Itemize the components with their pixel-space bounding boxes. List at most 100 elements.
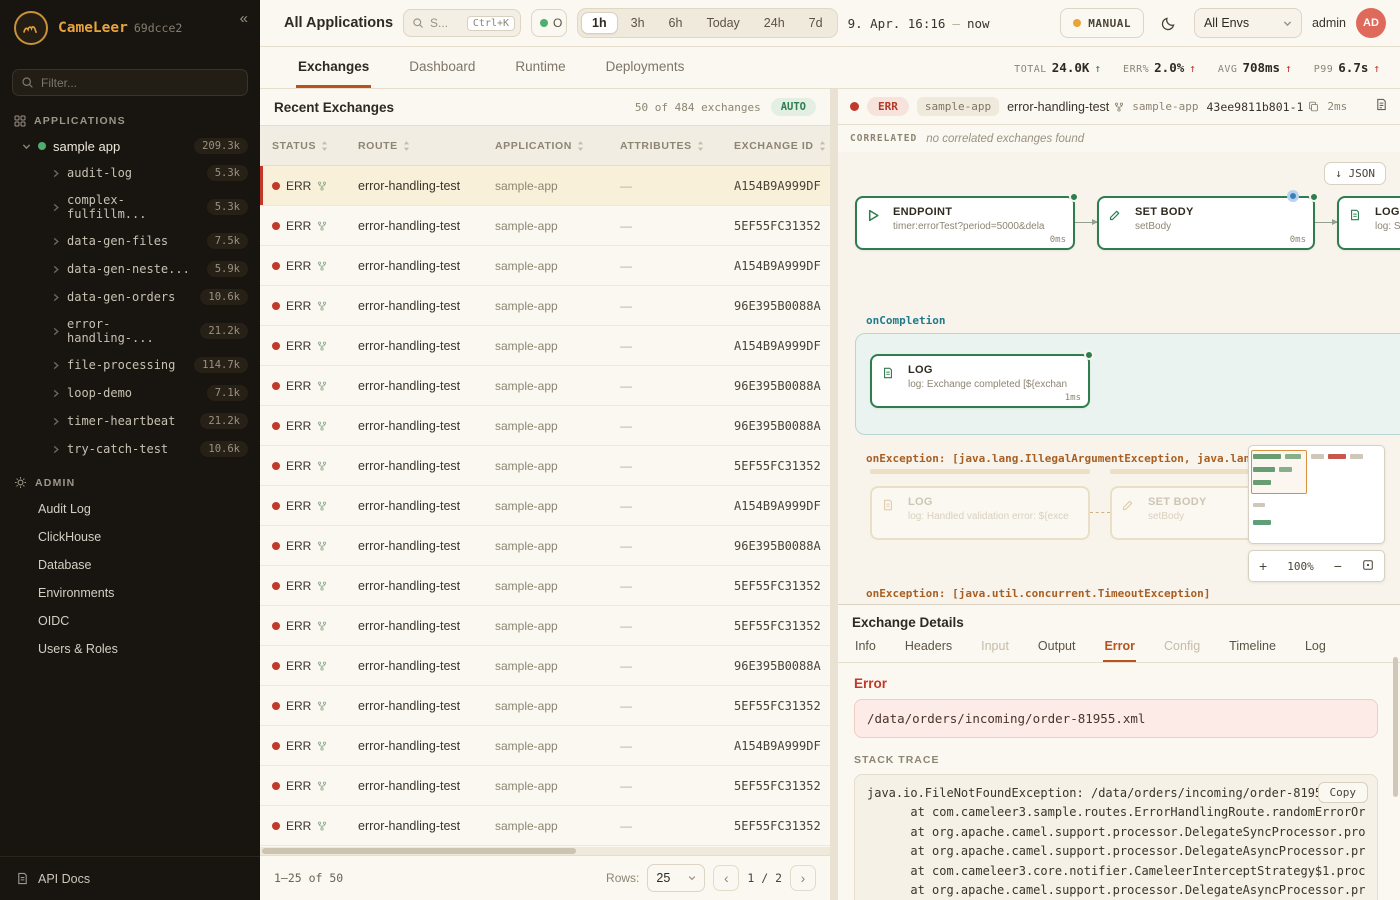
time-range-button[interactable]: 7d <box>798 12 834 34</box>
sidebar-route-item[interactable]: audit-log 5.3k <box>0 159 260 187</box>
flow-canvas[interactable]: ↓ JSON ENDPOINT timer:errorTest?period=5… <box>838 152 1400 604</box>
sidebar-admin-item[interactable]: Database <box>0 551 260 579</box>
rows-per-page-select[interactable]: 25 <box>647 864 705 892</box>
route-fork-icon <box>317 501 327 511</box>
nav-tab[interactable]: Exchanges <box>296 47 371 88</box>
detail-tab[interactable]: Info <box>854 637 877 662</box>
sidebar: CameLeer69dcce2 « APPLICATIONS sample ap… <box>0 0 260 900</box>
time-range-button[interactable]: 3h <box>620 12 656 34</box>
sidebar-route-item[interactable]: file-processing 114.7k <box>0 351 260 379</box>
detail-tab[interactable]: Log <box>1304 637 1327 662</box>
status-label: ERR <box>286 299 311 313</box>
auto-refresh-badge[interactable]: AUTO <box>771 98 816 116</box>
scrollbar-thumb[interactable] <box>262 848 576 854</box>
table-row[interactable]: ERR error-handling-test sample-app — A15… <box>260 166 830 206</box>
sidebar-admin-item[interactable]: Audit Log <box>0 495 260 523</box>
nav-tab[interactable]: Runtime <box>513 47 567 88</box>
flow-node-endpoint[interactable]: ENDPOINT timer:errorTest?period=5000&del… <box>855 196 1075 250</box>
stat-label: AVG <box>1218 64 1238 75</box>
nav-tab[interactable]: Dashboard <box>407 47 477 88</box>
table-row[interactable]: ERR error-handling-test sample-app — 5EF… <box>260 446 830 486</box>
fit-view-button[interactable] <box>1362 559 1374 573</box>
table-row[interactable]: ERR error-handling-test sample-app — 5EF… <box>260 806 830 846</box>
sidebar-route-item[interactable]: timer-heartbeat 21.2k <box>0 407 260 435</box>
sidebar-route-item[interactable]: try-catch-test 10.6k <box>0 435 260 463</box>
table-row[interactable]: ERR error-handling-test sample-app — A15… <box>260 726 830 766</box>
sidebar-route-item[interactable]: complex-fulfillm... 5.3k <box>0 187 260 227</box>
detail-tab[interactable]: Input <box>980 637 1010 662</box>
search-placeholder: S... <box>430 16 461 30</box>
build-hash: 69dcce2 <box>134 21 182 35</box>
sidebar-route-item[interactable]: loop-demo 7.1k <box>0 379 260 407</box>
horizontal-scrollbar[interactable] <box>260 847 830 855</box>
exchange-id-cell: 96E395B0088A <box>734 659 830 673</box>
table-row[interactable]: ERR error-handling-test sample-app — 96E… <box>260 646 830 686</box>
sidebar-item-sample-app[interactable]: sample app 209.3k <box>0 133 260 159</box>
column-header-status[interactable]: STATUS <box>272 140 358 152</box>
stat: P99 6.7s ↑ <box>1314 60 1380 75</box>
flow-node-set-body[interactable]: SET BODY setBody 0ms <box>1097 196 1315 250</box>
node-duration: 0ms <box>1050 235 1066 245</box>
copy-icon[interactable] <box>1308 101 1319 112</box>
manual-refresh-button[interactable]: MANUAL <box>1060 8 1144 38</box>
nav-tab[interactable]: Deployments <box>604 47 687 88</box>
flow-node-exception-log[interactable]: LOG log: Handled validation error: ${exc… <box>870 486 1090 540</box>
table-row[interactable]: ERR error-handling-test sample-app — A15… <box>260 246 830 286</box>
time-range-button[interactable]: 6h <box>658 12 694 34</box>
log-scroll-icon[interactable] <box>1375 98 1388 116</box>
table-row[interactable]: ERR error-handling-test sample-app — 96E… <box>260 526 830 566</box>
next-page-button[interactable]: › <box>790 865 816 891</box>
table-row[interactable]: ERR error-handling-test sample-app — 96E… <box>260 406 830 446</box>
api-docs-link[interactable]: API Docs <box>0 856 260 900</box>
detail-tab[interactable]: Config <box>1163 637 1201 662</box>
table-row[interactable]: ERR error-handling-test sample-app — 96E… <box>260 366 830 406</box>
table-row[interactable]: ERR error-handling-test sample-app — 96E… <box>260 286 830 326</box>
previous-page-button[interactable]: ‹ <box>713 865 739 891</box>
dark-mode-toggle[interactable] <box>1154 8 1184 38</box>
date-range-display[interactable]: 9. Apr. 16:16 – now <box>848 16 990 31</box>
time-range-button[interactable]: 1h <box>581 12 618 34</box>
sidebar-route-item[interactable]: error-handling-... 21.2k <box>0 311 260 351</box>
table-row[interactable]: ERR error-handling-test sample-app — 5EF… <box>260 766 830 806</box>
column-header-application[interactable]: APPLICATION <box>495 140 620 152</box>
vertical-scrollbar[interactable] <box>1393 657 1398 797</box>
zoom-out-button[interactable]: − <box>1334 559 1342 573</box>
column-header-attributes[interactable]: ATTRIBUTES <box>620 140 734 152</box>
sidebar-route-item[interactable]: data-gen-files 7.5k <box>0 227 260 255</box>
global-search-input[interactable]: S... Ctrl+K <box>403 9 521 37</box>
time-range-button[interactable]: 24h <box>753 12 796 34</box>
download-json-button[interactable]: ↓ JSON <box>1324 162 1386 185</box>
sidebar-route-item[interactable]: data-gen-neste... 5.9k <box>0 255 260 283</box>
minimap-viewport[interactable] <box>1251 450 1307 494</box>
filter-input[interactable] <box>12 69 248 96</box>
route-name[interactable]: error-handling-test <box>1007 100 1124 114</box>
copy-button[interactable]: Copy <box>1318 782 1369 803</box>
sidebar-admin-item[interactable]: OIDC <box>0 607 260 635</box>
detail-tab[interactable]: Output <box>1037 637 1077 662</box>
status-cell: ERR <box>272 499 358 513</box>
sidebar-admin-item[interactable]: ClickHouse <box>0 523 260 551</box>
detail-tab[interactable]: Timeline <box>1228 637 1277 662</box>
sidebar-admin-item[interactable]: Environments <box>0 579 260 607</box>
zoom-in-button[interactable]: + <box>1259 559 1267 573</box>
flow-node-completion-log[interactable]: LOG log: Exchange completed [${exchan 1m… <box>870 354 1090 408</box>
sidebar-collapse-button[interactable]: « <box>240 10 248 27</box>
detail-tab[interactable]: Headers <box>904 637 953 662</box>
live-status-toggle[interactable]: O <box>531 9 567 37</box>
column-header-route[interactable]: ROUTE <box>358 140 495 152</box>
avatar[interactable]: AD <box>1356 8 1386 38</box>
table-row[interactable]: ERR error-handling-test sample-app — A15… <box>260 326 830 366</box>
detail-tab[interactable]: Error <box>1103 637 1136 662</box>
table-row[interactable]: ERR error-handling-test sample-app — 5EF… <box>260 606 830 646</box>
sidebar-route-item[interactable]: data-gen-orders 10.6k <box>0 283 260 311</box>
table-row[interactable]: ERR error-handling-test sample-app — 5EF… <box>260 686 830 726</box>
environment-dropdown[interactable]: All Envs <box>1194 8 1302 38</box>
time-range-button[interactable]: Today <box>695 12 750 34</box>
minimap[interactable] <box>1248 445 1385 544</box>
table-row[interactable]: ERR error-handling-test sample-app — 5EF… <box>260 206 830 246</box>
column-header-exchange-id[interactable]: EXCHANGE ID <box>734 140 830 152</box>
table-row[interactable]: ERR error-handling-test sample-app — 5EF… <box>260 566 830 606</box>
flow-node-log[interactable]: LOG log: Sta <box>1337 196 1400 250</box>
sidebar-admin-item[interactable]: Users & Roles <box>0 635 260 663</box>
table-row[interactable]: ERR error-handling-test sample-app — A15… <box>260 486 830 526</box>
